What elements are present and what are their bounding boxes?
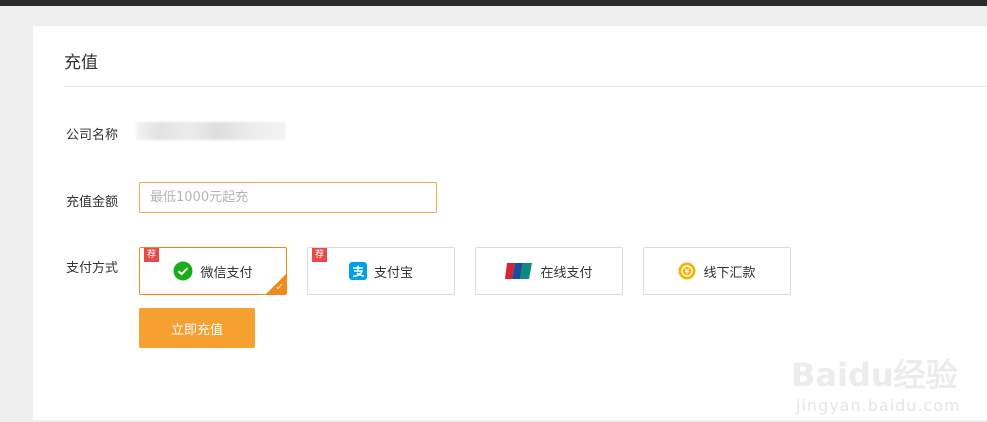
recommended-badge: 荐 <box>144 248 159 262</box>
payment-option-label: 支付宝 <box>373 265 413 281</box>
amount-input[interactable] <box>139 182 437 213</box>
payment-option-wechat[interactable]: 荐 微信支付 ✓ <box>139 247 287 295</box>
baidu-jingyan-watermark: Baidu经验 jingyan.baidu.com <box>788 342 973 422</box>
title-divider <box>64 86 987 87</box>
amount-label: 充值金额 <box>66 195 119 210</box>
wechat-pay-icon <box>173 261 193 281</box>
payment-option-unionpay[interactable]: 在线支付 <box>475 247 623 295</box>
top-bar <box>0 0 987 6</box>
payment-option-alipay[interactable]: 荐 支付宝 <box>307 247 455 295</box>
company-name-value-blurred <box>136 122 286 140</box>
unionpay-icon <box>505 262 533 280</box>
payment-option-label: 线下汇款 <box>703 265 756 281</box>
recommended-badge: 荐 <box>312 248 327 262</box>
payment-method-label: 支付方式 <box>66 261 119 276</box>
payment-option-label: 在线支付 <box>540 265 593 281</box>
check-icon: ✓ <box>275 282 284 293</box>
watermark-brand: Baidu经验 <box>791 356 958 394</box>
payment-option-offline[interactable]: 线下汇款 <box>643 247 791 295</box>
recharge-now-button[interactable]: 立即充值 <box>139 308 255 348</box>
watermark-url: jingyan.baidu.com <box>796 396 961 415</box>
page-title: 充值 <box>64 53 98 73</box>
company-name-label: 公司名称 <box>66 128 119 143</box>
offline-remittance-icon <box>678 262 696 280</box>
recharge-panel: 充值 公司名称 充值金额 支付方式 荐 微信支付 ✓ 荐 支付宝 <box>33 26 987 420</box>
alipay-icon <box>348 262 367 280</box>
payment-option-label: 微信支付 <box>200 265 253 281</box>
